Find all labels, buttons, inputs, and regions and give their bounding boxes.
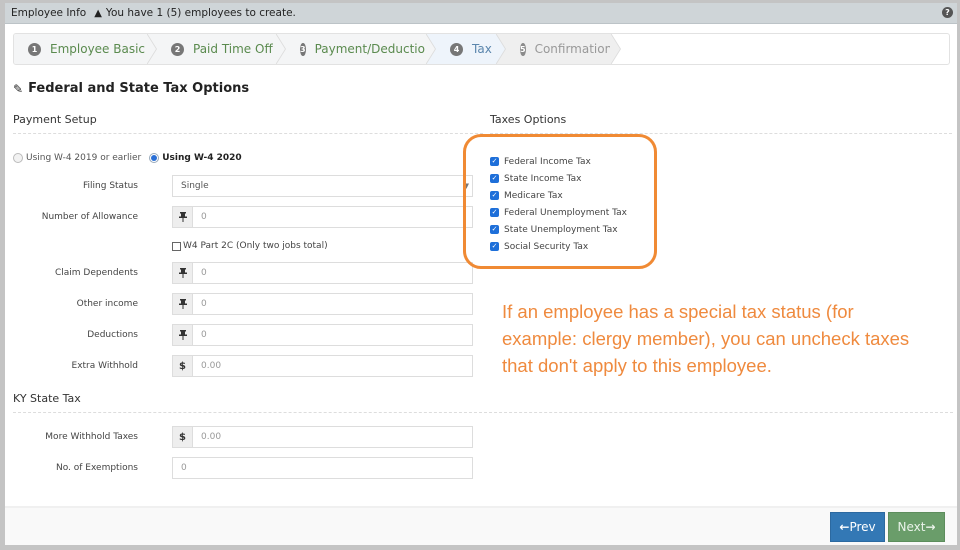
window-title: Employee Info [11,7,87,19]
annotation-callout-text: If an employee has a special tax status … [502,301,910,376]
wizard-step-employee-basic[interactable]: 1 Employee Basic [14,34,157,64]
deductions-input[interactable]: 0 [172,324,473,346]
other-income-placeholder: 0 [201,299,207,309]
prev-button-label: Prev [849,520,876,534]
wizard-step-confirmation: 5 Confirmation [496,34,621,64]
title-bar: Employee Info ▲ You have 1 (5) employees… [5,3,957,24]
radio-w4-2020-label: Using W-4 2020 [162,153,242,163]
claim-dependents-input[interactable]: 0 [172,262,473,284]
step-label: Employee Basic [50,42,146,56]
more-withhold-row: More Withhold Taxes $ 0.00 [5,426,475,448]
filing-status-row: Filing Status Single ▼ [5,175,475,197]
next-button[interactable]: Next → [888,512,945,542]
wizard-step-payment-deduction[interactable]: 3 Payment/Deduction [276,34,436,64]
employee-info-window: Employee Info ▲ You have 1 (5) employees… [5,3,957,545]
step-number: 2 [171,42,184,56]
radio-w4-2019[interactable] [13,153,23,163]
arrow-left-icon: ← [839,520,850,534]
step-number: 3 [300,42,306,56]
claim-dependents-label: Claim Dependents [54,268,138,278]
other-income-row: Other income 0 [5,293,475,315]
dollar-icon: $ [173,427,193,447]
page-title-text: Federal and State Tax Options [28,81,250,96]
exemptions-row: No. of Exemptions 0 [5,457,475,479]
deductions-label: Deductions [87,330,138,340]
other-income-label: Other income [76,299,138,309]
wizard-step-paid-time-off[interactable]: 2 Paid Time Off [147,34,286,64]
step-number: 4 [450,42,463,56]
pencil-icon: ✎ [13,81,24,96]
payment-setup-heading: Payment Setup [13,113,97,126]
w4-part-2c-checkbox-row[interactable]: W4 Part 2C (Only two jobs total) [172,241,328,251]
next-button-label: Next [897,520,926,534]
step-number: 5 [520,42,526,56]
extra-withhold-label: Extra Withhold [71,361,138,371]
filing-status-select[interactable]: Single ▼ [172,175,473,197]
claim-dependents-placeholder: 0 [201,268,207,278]
extra-withhold-input[interactable]: $ 0.00 [172,355,473,377]
step-label: Payment/Deduction [314,42,433,56]
page-title: ✎ Federal and State Tax Options [13,81,249,96]
w4-part-2c-label: W4 Part 2C (Only two jobs total) [183,241,328,251]
exemptions-placeholder: 0 [181,463,187,473]
section-divider [13,133,483,134]
allowance-row: Number of Allowance 0 [5,206,475,228]
allowance-label: Number of Allowance [41,212,138,222]
allowance-placeholder: 0 [201,212,207,222]
footer-bar [5,506,957,545]
highlight-annotation-box [463,134,657,269]
extra-withhold-placeholder: 0.00 [201,361,222,371]
pin-icon [173,263,193,283]
more-withhold-label: More Withhold Taxes [45,432,138,442]
other-income-input[interactable]: 0 [172,293,473,315]
filing-status-label: Filing Status [83,181,138,191]
step-label: Tax [472,42,492,56]
claim-dependents-row: Claim Dependents 0 [5,262,475,284]
section-divider [13,412,953,413]
pin-icon [173,325,193,345]
pin-icon [173,294,193,314]
warning-message: You have 1 (5) employees to create. [105,7,296,19]
deductions-placeholder: 0 [201,330,207,340]
w4-version-radio-group: Using W-4 2019 or earlier Using W-4 2020 [13,153,242,163]
dollar-icon: $ [173,356,193,376]
taxes-options-heading: Taxes Options [490,113,567,126]
extra-withhold-row: Extra Withhold $ 0.00 [5,355,475,377]
w4-part-2c-checkbox[interactable] [172,241,181,251]
step-label: Paid Time Off [193,42,273,56]
arrow-right-icon: → [925,520,936,534]
pin-icon [173,207,193,227]
exemptions-input[interactable]: 0 [172,457,473,479]
warning-icon: ▲ [94,7,102,19]
more-withhold-placeholder: 0.00 [201,432,222,442]
step-number: 1 [28,42,41,56]
step-label: Confirmation [534,42,613,56]
wizard-steps: 1 Employee Basic 2 Paid Time Off 3 Payme… [13,33,950,65]
radio-w4-2020[interactable] [149,153,160,163]
exemptions-label: No. of Exemptions [55,463,138,473]
more-withhold-input[interactable]: $ 0.00 [172,426,473,448]
radio-w4-2019-label: Using W-4 2019 or earlier [26,153,142,163]
help-icon[interactable]: ? [942,7,953,18]
deductions-row: Deductions 0 [5,324,475,346]
filing-status-value: Single [181,181,209,191]
ky-state-tax-heading: KY State Tax [13,392,81,405]
allowance-input[interactable]: 0 [172,206,473,228]
prev-button[interactable]: ← Prev [830,512,885,542]
wizard-step-tax[interactable]: 4 Tax [426,34,506,64]
